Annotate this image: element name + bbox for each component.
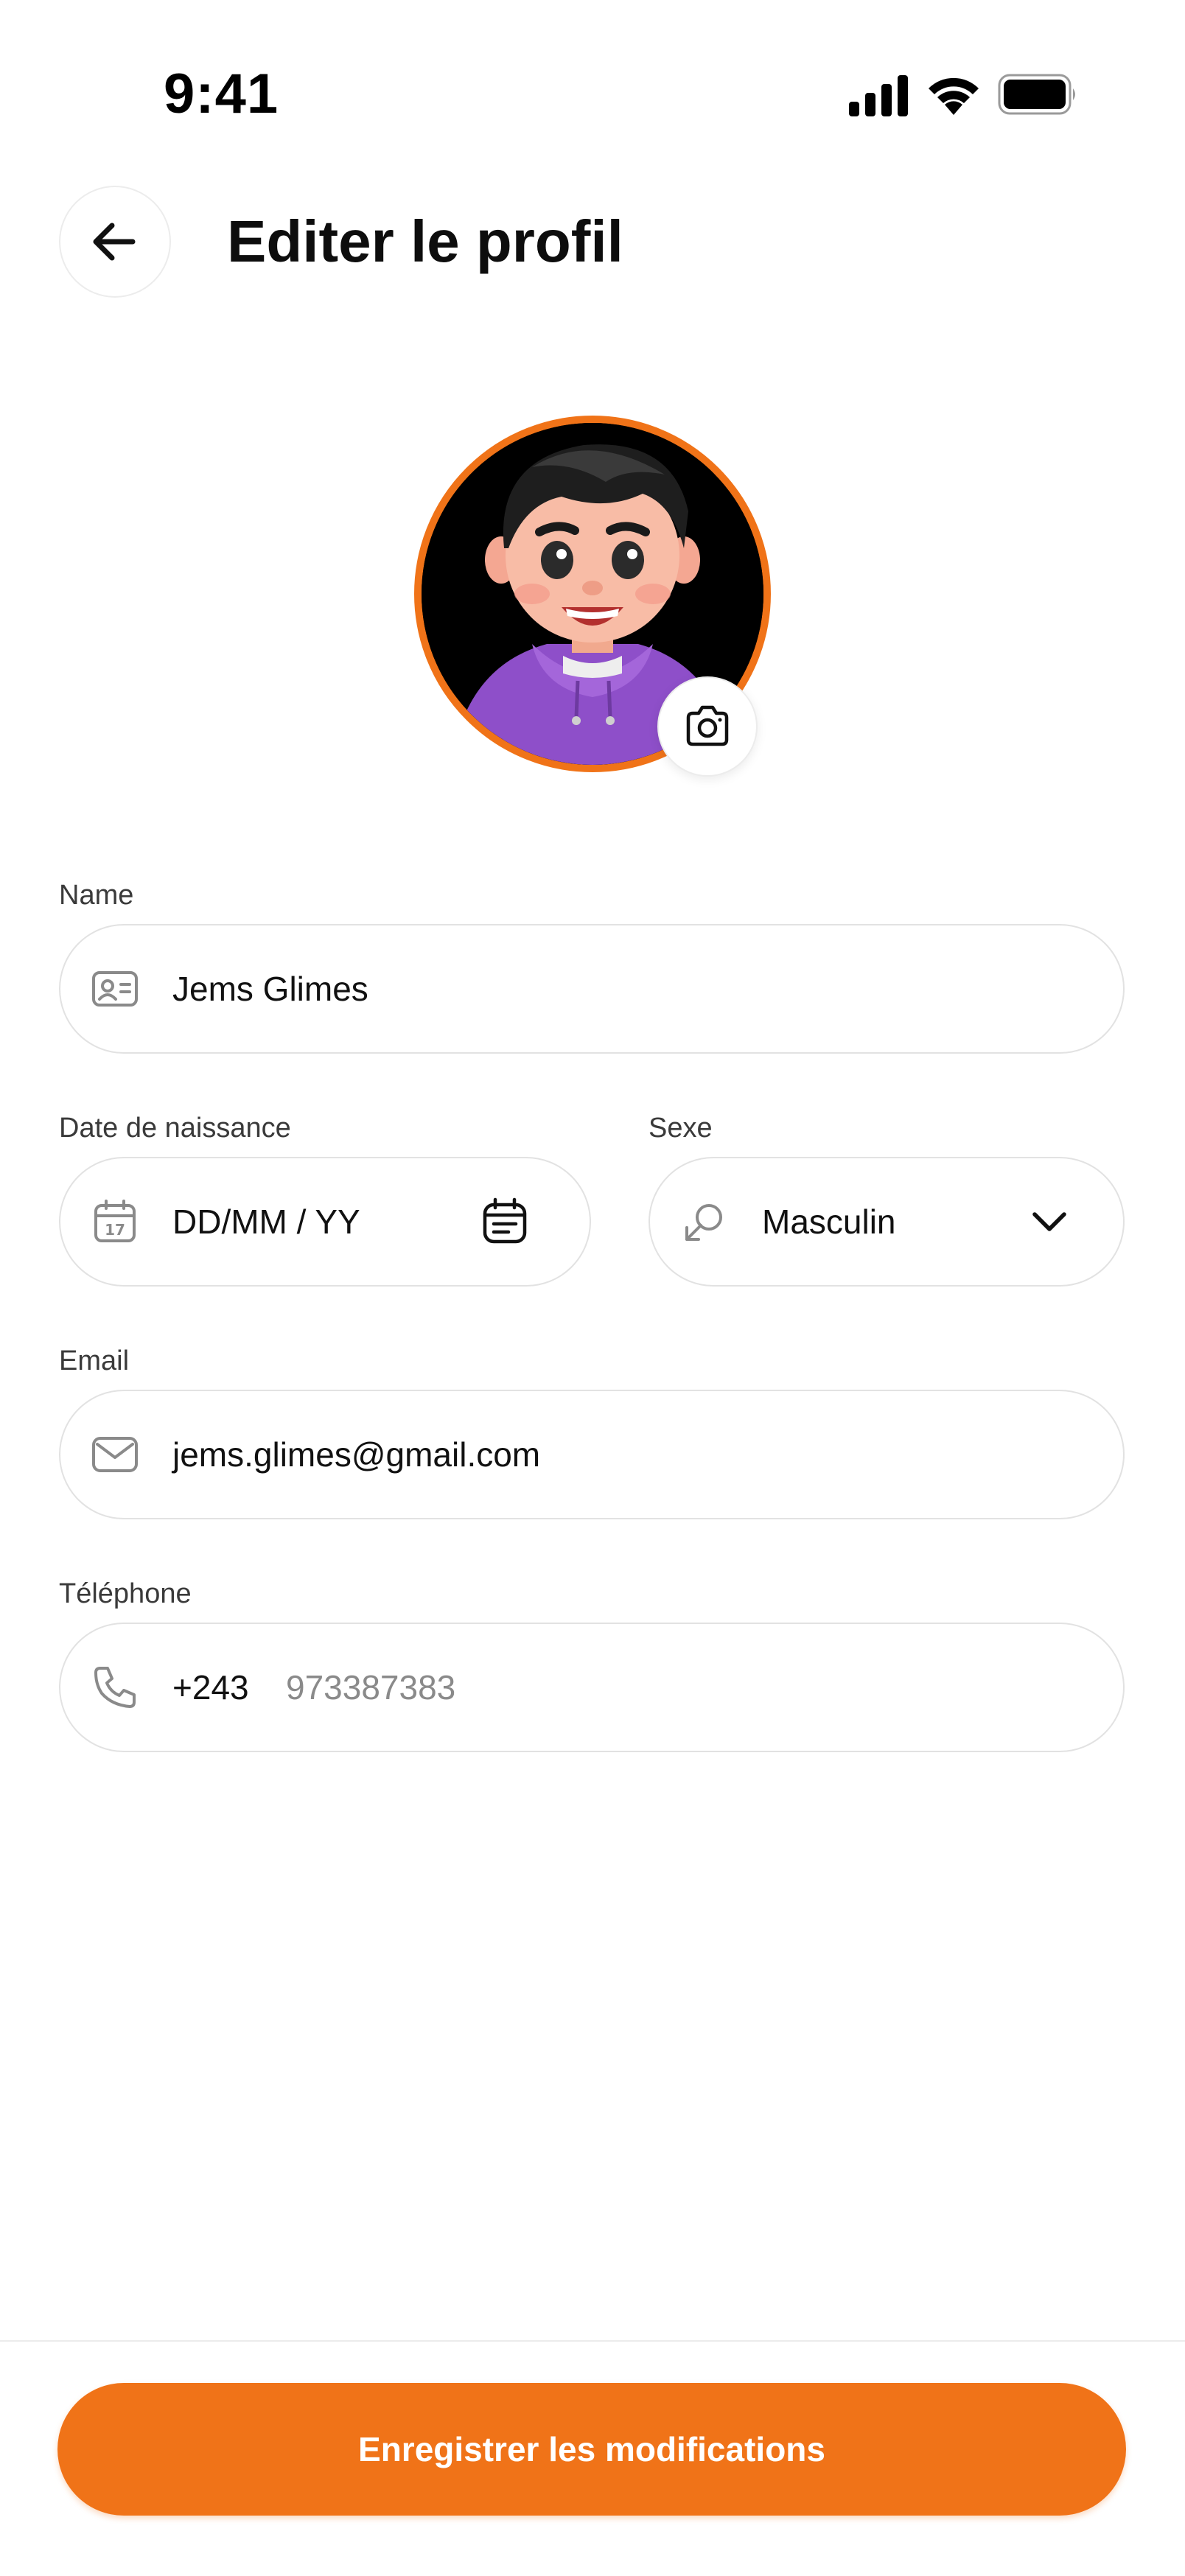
birth-date-label: Date de naissance <box>59 1113 291 1144</box>
name-input-value[interactable]: Jems Glimes <box>172 969 368 1009</box>
arrow-left-icon <box>93 223 136 261</box>
gender-selected-value[interactable]: Masculin <box>762 1202 896 1242</box>
email-field[interactable]: jems.glimes@gmail.com <box>59 1390 1125 1519</box>
gender-select[interactable]: Masculin <box>649 1157 1125 1287</box>
chevron-down-icon[interactable] <box>1027 1200 1072 1244</box>
battery-icon <box>998 74 1075 115</box>
birth-date-placeholder[interactable]: DD/MM / YY <box>172 1202 360 1242</box>
phone-number-placeholder[interactable]: 973387383 <box>286 1667 455 1707</box>
phone-label: Téléphone <box>59 1578 192 1609</box>
status-bar: 9:41 <box>0 0 1185 133</box>
gender-male-icon <box>685 1204 722 1241</box>
calendar-17-icon: 17 <box>94 1200 136 1242</box>
gender-label: Sexe <box>649 1113 713 1144</box>
phone-icon <box>94 1667 136 1708</box>
email-input-value[interactable]: jems.glimes@gmail.com <box>172 1435 540 1474</box>
name-field[interactable]: Jems Glimes <box>59 924 1125 1054</box>
save-button[interactable]: Enregistrer les modifications <box>57 2383 1126 2516</box>
mail-icon <box>92 1437 138 1472</box>
bottom-divider <box>0 2340 1185 2342</box>
back-button[interactable] <box>59 186 171 298</box>
signal-icon <box>849 75 908 116</box>
email-label: Email <box>59 1345 130 1376</box>
id-card-icon <box>92 971 138 1007</box>
phone-country-code[interactable]: +243 <box>172 1667 249 1707</box>
birth-date-field[interactable]: 17 DD/MM / YY <box>59 1157 591 1287</box>
status-time: 9:41 <box>164 63 279 125</box>
page-title: Editer le profil <box>227 209 623 274</box>
calendar-icon[interactable] <box>479 1196 531 1247</box>
svg-text:17: 17 <box>105 1221 125 1239</box>
phone-field[interactable]: +243 973387383 <box>59 1623 1125 1752</box>
name-label: Name <box>59 880 134 911</box>
camera-icon <box>686 705 729 746</box>
wifi-icon <box>929 77 979 115</box>
change-photo-button[interactable] <box>657 676 758 777</box>
